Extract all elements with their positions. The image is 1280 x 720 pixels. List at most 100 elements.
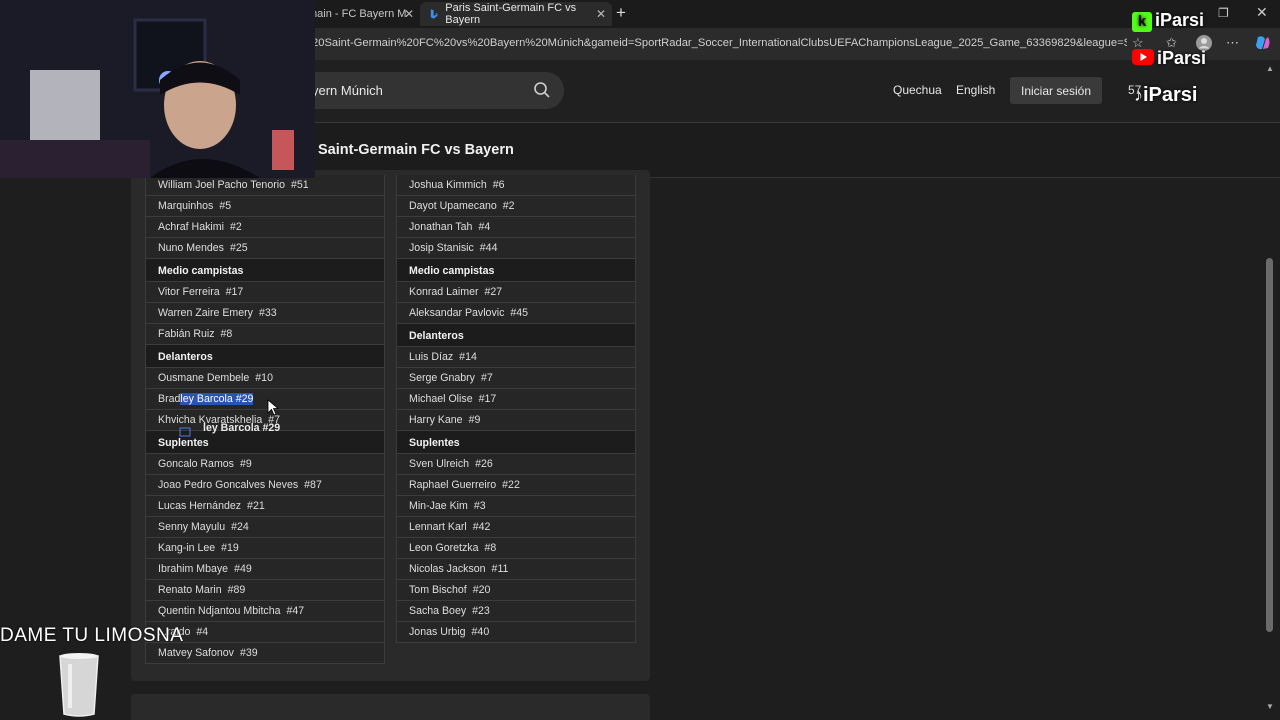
kick-icon: k bbox=[1132, 12, 1152, 32]
player-name: Konrad Laimer bbox=[409, 286, 479, 298]
section-title: Delanteros bbox=[158, 351, 213, 363]
player-name: Marquinhos bbox=[158, 200, 214, 212]
close-window-icon[interactable]: ✕ bbox=[1256, 4, 1268, 21]
more-options-icon[interactable]: ⋯ bbox=[1226, 35, 1239, 51]
player-number: #87 bbox=[304, 479, 322, 491]
new-tab-icon[interactable]: + bbox=[616, 3, 626, 23]
section-header-forwards: Delanteros bbox=[145, 345, 385, 368]
player-row[interactable]: Joshua Kimmich #6 bbox=[396, 175, 636, 196]
player-row[interactable]: William Joel Pacho Tenorio #51 bbox=[145, 175, 385, 196]
player-row[interactable]: Sacha Boey #23 bbox=[396, 601, 636, 622]
player-name: Harry Kane bbox=[409, 414, 463, 426]
player-row[interactable]: Warren Zaire Emery #33 bbox=[145, 303, 385, 324]
scroll-up-icon[interactable]: ▲ bbox=[1266, 64, 1274, 73]
player-name: Sacha Boey bbox=[409, 605, 467, 617]
scrollbar-thumb[interactable] bbox=[1266, 258, 1273, 632]
player-row[interactable]: Leon Goretzka #8 bbox=[396, 538, 636, 559]
match-title: Saint-Germain FC vs Bayern bbox=[318, 142, 514, 158]
player-name: Kang-in Lee bbox=[158, 542, 216, 554]
player-row[interactable]: Lucas Hernández #21 bbox=[145, 496, 385, 517]
player-number: #9 bbox=[239, 458, 252, 470]
url-text[interactable]: 20Saint-Germain%20FC%20vs%20Bayern%20Mún… bbox=[312, 37, 1127, 49]
tiktok-icon: ♪ bbox=[1134, 85, 1143, 105]
copilot-icon[interactable] bbox=[1254, 34, 1272, 55]
player-row[interactable]: Renato Marin #89 bbox=[145, 580, 385, 601]
player-number: #22 bbox=[502, 479, 520, 491]
player-name: Aleksandar Pavlovic bbox=[409, 307, 505, 319]
brand-tiktok: ♪iParsi bbox=[1134, 84, 1198, 106]
donation-text: DAME TU LIMOSNA bbox=[0, 625, 184, 646]
player-row[interactable]: Fabián Ruiz #8 bbox=[145, 324, 385, 345]
player-row[interactable]: Jonathan Tah #4 bbox=[396, 217, 636, 238]
player-number: #20 bbox=[472, 584, 491, 596]
player-name: Michael Olise bbox=[409, 393, 473, 405]
player-row[interactable]: Senny Mayulu #24 bbox=[145, 517, 385, 538]
section-header-subs: Suplentes bbox=[396, 431, 636, 454]
section-title: Medio campistas bbox=[158, 265, 244, 277]
brand-youtube: iParsi bbox=[1132, 48, 1206, 69]
player-number: #17 bbox=[225, 286, 244, 298]
player-row[interactable]: Tom Bischof #20 bbox=[396, 580, 636, 601]
section-header-midfield: Medio campistas bbox=[145, 259, 385, 282]
player-number: #4 bbox=[478, 221, 491, 233]
screen: { "browser": { "tabs": [ {"label": "main… bbox=[0, 0, 1280, 720]
close-tab-icon[interactable]: ✕ bbox=[596, 7, 606, 21]
player-row[interactable]: Josip Stanisic #44 bbox=[396, 238, 636, 259]
language-english[interactable]: English bbox=[956, 83, 995, 97]
player-name: Fabián Ruiz bbox=[158, 328, 215, 340]
player-row[interactable]: Sven Ulreich #26 bbox=[396, 454, 636, 475]
youtube-icon bbox=[1132, 49, 1154, 65]
player-row[interactable]: Nicolas Jackson #11 bbox=[396, 559, 636, 580]
player-number: #11 bbox=[491, 563, 509, 575]
player-row[interactable]: Vitor Ferreira #17 bbox=[145, 282, 385, 303]
player-row[interactable]: Joao Pedro Goncalves Neves #87 bbox=[145, 475, 385, 496]
player-name: Min-Jae Kim bbox=[409, 500, 468, 512]
player-row[interactable]: Marquinhos #5 bbox=[145, 196, 385, 217]
player-row[interactable]: Michael Olise #17 bbox=[396, 389, 636, 410]
player-number: #19 bbox=[221, 542, 239, 554]
player-row[interactable]: Nuno Mendes #25 bbox=[145, 238, 385, 259]
player-name: Luis Díaz bbox=[409, 351, 454, 363]
player-row[interactable]: Luis Díaz #14 bbox=[396, 347, 636, 368]
browser-tab-2[interactable]: Paris Saint-Germain FC vs Bayern ✕ bbox=[420, 2, 612, 26]
player-row[interactable]: Min-Jae Kim #3 bbox=[396, 496, 636, 517]
browser-tab-1[interactable]: main - FC Bayern M ✕ bbox=[300, 2, 420, 26]
player-number: #42 bbox=[472, 521, 491, 533]
restore-window-icon[interactable]: ❐ bbox=[1218, 6, 1229, 20]
player-row[interactable]: Serge Gnabry #7 bbox=[396, 368, 636, 389]
player-number: #26 bbox=[475, 458, 493, 470]
player-number: #33 bbox=[258, 307, 277, 319]
player-name: Leon Goretzka bbox=[409, 542, 479, 554]
player-name: Ousmane Dembele bbox=[158, 372, 250, 384]
player-number: #6 bbox=[492, 179, 505, 191]
player-row[interactable]: Raphael Guerreiro #22 bbox=[396, 475, 636, 496]
player-row[interactable]: Quentin Ndjantou Mbitcha #47 bbox=[145, 601, 385, 622]
player-row[interactable]: Harry Kane #9 bbox=[396, 410, 636, 431]
player-row-selected[interactable]: Bradley Barcola #29 bbox=[145, 389, 385, 410]
player-row[interactable]: Ibrahim Mbaye #49 bbox=[145, 559, 385, 580]
mouse-cursor-icon bbox=[267, 399, 279, 416]
player-row[interactable]: Lennart Karl #42 bbox=[396, 517, 636, 538]
section-title: Suplentes bbox=[409, 437, 460, 449]
player-name: Jonas Urbig bbox=[409, 626, 466, 638]
player-row[interactable]: Achraf Hakimi #2 bbox=[145, 217, 385, 238]
player-number: #51 bbox=[291, 179, 309, 191]
scroll-down-icon[interactable]: ▼ bbox=[1266, 702, 1274, 711]
player-row[interactable]: Kang-in Lee #19 bbox=[145, 538, 385, 559]
player-row[interactable]: Goncalo Ramos #9 bbox=[145, 454, 385, 475]
login-button[interactable]: Iniciar sesión bbox=[1010, 77, 1102, 104]
player-name: Renato Marin bbox=[158, 584, 222, 596]
player-name: Tom Bischof bbox=[409, 584, 467, 596]
language-quechua[interactable]: Quechua bbox=[893, 83, 942, 97]
player-row[interactable]: Konrad Laimer #27 bbox=[396, 282, 636, 303]
player-row[interactable]: Dayot Upamecano #2 bbox=[396, 196, 636, 217]
player-row[interactable]: Ousmane Dembele #10 bbox=[145, 368, 385, 389]
player-name: Joshua Kimmich bbox=[409, 179, 487, 191]
player-name: Senny Mayulu bbox=[158, 521, 226, 533]
player-number: #89 bbox=[227, 584, 246, 596]
search-icon[interactable] bbox=[532, 80, 552, 100]
close-tab-icon[interactable]: ✕ bbox=[404, 7, 414, 21]
player-row[interactable]: Jonas Urbig #40 bbox=[396, 622, 636, 643]
player-row[interactable]: Aleksandar Pavlovic #45 bbox=[396, 303, 636, 324]
player-number: #4 bbox=[196, 626, 209, 638]
